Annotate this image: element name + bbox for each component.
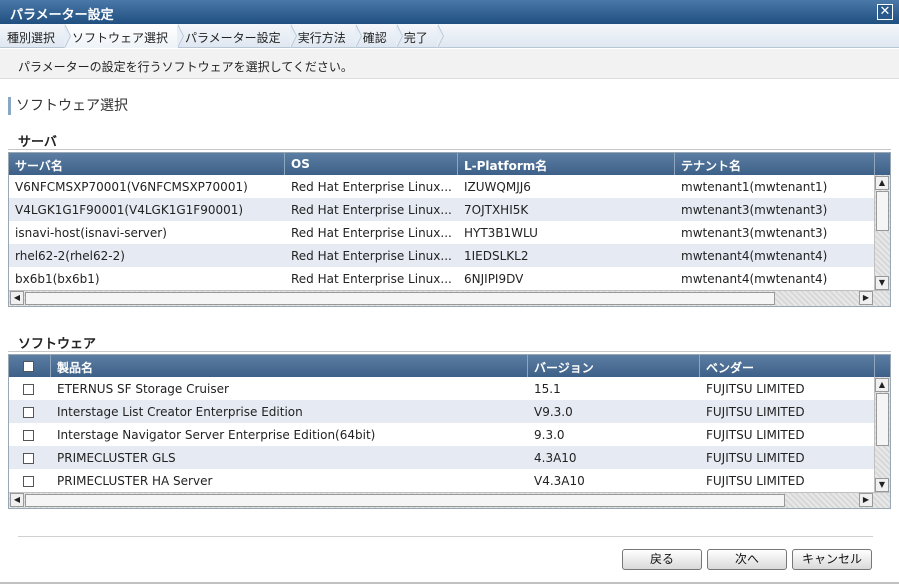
- select-all-header[interactable]: [9, 355, 51, 377]
- software-table: 製品名 バージョン ベンダー ETERNUS SF Storage Cruise…: [8, 354, 891, 509]
- server-group-title: サーバ: [18, 135, 57, 150]
- scroll-left-icon[interactable]: ◀: [10, 493, 24, 507]
- cancel-button[interactable]: キャンセル: [792, 549, 872, 570]
- row-checkbox[interactable]: [23, 453, 34, 464]
- software-table-hscrollbar[interactable]: ◀ ▶: [9, 492, 890, 508]
- wizard-step-execution: 実行方法: [291, 24, 362, 48]
- software-group-divider: [8, 351, 891, 352]
- server-table-vscrollbar[interactable]: ▲ ▼: [874, 175, 890, 291]
- software-group-title: ソフトウェア: [18, 337, 97, 352]
- table-row[interactable]: ETERNUS SF Storage Cruiser 15.1 FUJITSU …: [9, 377, 890, 400]
- software-hscroll-thumb[interactable]: [25, 494, 785, 507]
- server-table-hscrollbar[interactable]: ◀ ▶: [9, 290, 890, 306]
- column-header-os[interactable]: OS: [285, 153, 458, 175]
- scroll-down-icon[interactable]: ▼: [875, 478, 889, 492]
- section-title: ソフトウェア選択: [8, 97, 128, 115]
- wizard-step-software: ソフトウェア選択: [65, 24, 185, 48]
- row-checkbox[interactable]: [23, 430, 34, 441]
- window-titlebar: パラメーター設定: [0, 0, 899, 24]
- table-row[interactable]: isnavi-host(isnavi-server) Red Hat Enter…: [9, 221, 890, 244]
- window-title: パラメーター設定: [10, 8, 114, 23]
- wizard-step-parameters: パラメーター設定: [178, 24, 297, 48]
- column-header-product[interactable]: 製品名: [51, 355, 528, 377]
- close-button[interactable]: ✕: [877, 4, 893, 20]
- next-button[interactable]: 次へ: [707, 549, 787, 570]
- table-row[interactable]: V6NFCMSXP70001(V6NFCMSXP70001) Red Hat E…: [9, 175, 890, 198]
- footer-divider: [18, 536, 873, 537]
- software-table-vscrollbar[interactable]: ▲ ▼: [874, 377, 890, 493]
- instruction-text: パラメーターの設定を行うソフトウェアを選択してください。: [0, 49, 899, 79]
- software-table-header: 製品名 バージョン ベンダー: [9, 355, 890, 377]
- close-icon: ✕: [879, 4, 891, 19]
- scroll-left-icon[interactable]: ◀: [10, 291, 24, 305]
- column-header-tenant[interactable]: テナント名: [675, 153, 875, 175]
- table-row[interactable]: rhel62-2(rhel62-2) Red Hat Enterprise Li…: [9, 244, 890, 267]
- wizard-step-complete: 完了: [397, 24, 444, 48]
- software-vscroll-thumb[interactable]: [876, 393, 889, 446]
- server-table: サーバ名 OS L-Platform名 テナント名 V6NFCMSXP70001…: [8, 152, 891, 307]
- software-table-body: ETERNUS SF Storage Cruiser 15.1 FUJITSU …: [9, 377, 890, 492]
- server-vscroll-thumb[interactable]: [876, 191, 889, 231]
- scroll-up-icon[interactable]: ▲: [875, 378, 889, 392]
- row-checkbox[interactable]: [23, 476, 34, 487]
- table-row[interactable]: V4LGK1G1F90001(V4LGK1G1F90001) Red Hat E…: [9, 198, 890, 221]
- scroll-right-icon[interactable]: ▶: [859, 493, 873, 507]
- wizard-step-confirm: 確認: [356, 24, 403, 48]
- table-row[interactable]: bx6b1(bx6b1) Red Hat Enterprise Linux...…: [9, 267, 890, 290]
- table-row[interactable]: PRIMECLUSTER HA Server V4.3A10 FUJITSU L…: [9, 469, 890, 492]
- scroll-up-icon[interactable]: ▲: [875, 176, 889, 190]
- column-header-server-name[interactable]: サーバ名: [9, 153, 285, 175]
- wizard-step-type: 種別選択: [0, 24, 72, 48]
- wizard-steps: 種別選択 ソフトウェア選択 パラメーター設定 実行方法 確認 完了: [0, 24, 899, 48]
- scroll-down-icon[interactable]: ▼: [875, 276, 889, 290]
- column-header-vendor[interactable]: ベンダー: [700, 355, 875, 377]
- row-checkbox[interactable]: [23, 384, 34, 395]
- select-all-checkbox[interactable]: [23, 361, 34, 372]
- table-row[interactable]: Interstage Navigator Server Enterprise E…: [9, 423, 890, 446]
- server-table-header: サーバ名 OS L-Platform名 テナント名: [9, 153, 890, 175]
- back-button[interactable]: 戻る: [622, 549, 702, 570]
- table-row[interactable]: Interstage List Creator Enterprise Editi…: [9, 400, 890, 423]
- row-checkbox[interactable]: [23, 407, 34, 418]
- server-hscroll-thumb[interactable]: [25, 292, 775, 305]
- server-table-body: V6NFCMSXP70001(V6NFCMSXP70001) Red Hat E…: [9, 175, 890, 290]
- column-header-version[interactable]: バージョン: [528, 355, 700, 377]
- column-header-lplatform[interactable]: L-Platform名: [458, 153, 675, 175]
- table-row[interactable]: PRIMECLUSTER GLS 4.3A10 FUJITSU LIMITED: [9, 446, 890, 469]
- scroll-right-icon[interactable]: ▶: [859, 291, 873, 305]
- server-group-divider: [8, 149, 891, 150]
